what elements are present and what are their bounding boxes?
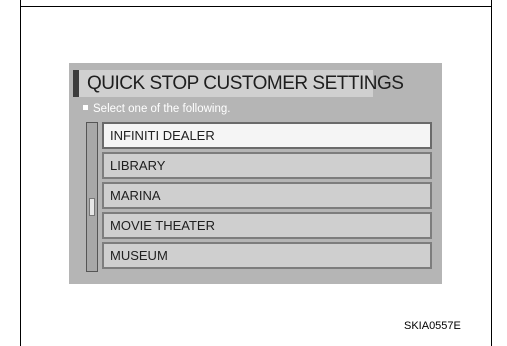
list-item-label: LIBRARY bbox=[110, 158, 166, 173]
figure-code: SKIA0557E bbox=[404, 320, 461, 332]
instruction-label: Select one of the following. bbox=[93, 103, 231, 115]
list-item-label: MOVIE THEATER bbox=[110, 218, 215, 233]
list-item-library[interactable]: LIBRARY bbox=[102, 152, 432, 179]
list-item-museum[interactable]: MUSEUM bbox=[102, 242, 432, 269]
list-item-label: MUSEUM bbox=[110, 248, 168, 263]
bullet-icon bbox=[83, 105, 88, 110]
list-item-label: INFINITI DEALER bbox=[110, 128, 215, 143]
instruction-text: Select one of the following. bbox=[83, 103, 230, 115]
settings-list: INFINITI DEALER LIBRARY MARINA MOVIE THE… bbox=[102, 122, 432, 272]
navigation-screen: QUICK STOP CUSTOMER SETTINGS Select one … bbox=[69, 63, 442, 284]
list-scrollbar[interactable] bbox=[86, 122, 98, 272]
list-item-infiniti-dealer[interactable]: INFINITI DEALER bbox=[102, 122, 432, 149]
list-item-label: MARINA bbox=[110, 188, 161, 203]
list-item-movie-theater[interactable]: MOVIE THEATER bbox=[102, 212, 432, 239]
screen-title-bar: QUICK STOP CUSTOMER SETTINGS bbox=[73, 70, 404, 97]
screen-title: QUICK STOP CUSTOMER SETTINGS bbox=[87, 73, 404, 94]
title-accent-bar bbox=[73, 70, 79, 97]
list-item-marina[interactable]: MARINA bbox=[102, 182, 432, 209]
scrollbar-thumb[interactable] bbox=[89, 198, 95, 216]
